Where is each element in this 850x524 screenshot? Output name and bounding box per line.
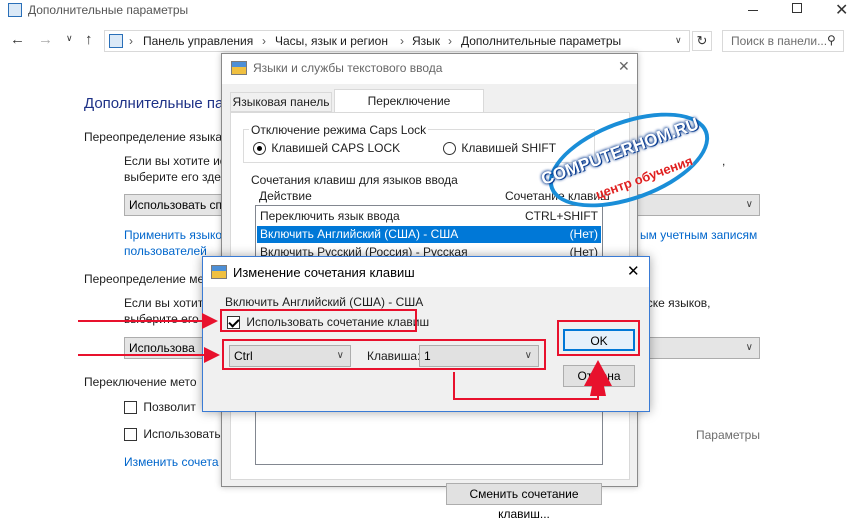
change-hotkey-label: Сменить сочетание клавиш...: [469, 487, 579, 521]
arrow-to-ok: [584, 360, 612, 396]
watermark-logo: COMPUTERHOM.RU центр обучения: [536, 93, 722, 227]
annotation-arrows: [78, 313, 612, 400]
connector-line: [453, 372, 599, 400]
